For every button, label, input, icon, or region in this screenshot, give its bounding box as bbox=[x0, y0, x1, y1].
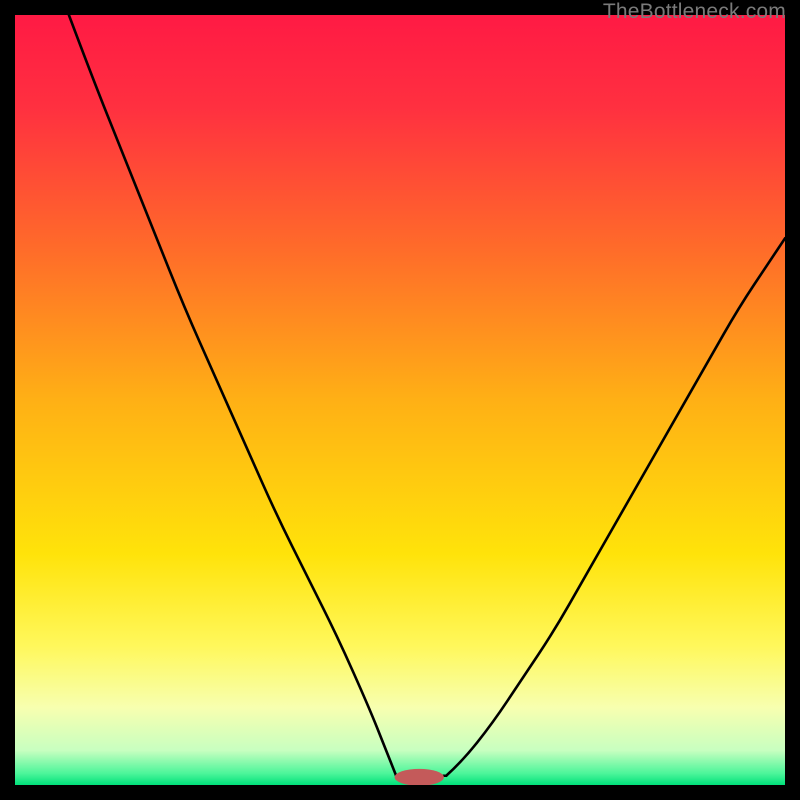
bottleneck-marker bbox=[395, 769, 444, 785]
bottleneck-chart bbox=[15, 15, 785, 785]
gradient-background bbox=[15, 15, 785, 785]
watermark-text: TheBottleneck.com bbox=[603, 0, 786, 24]
